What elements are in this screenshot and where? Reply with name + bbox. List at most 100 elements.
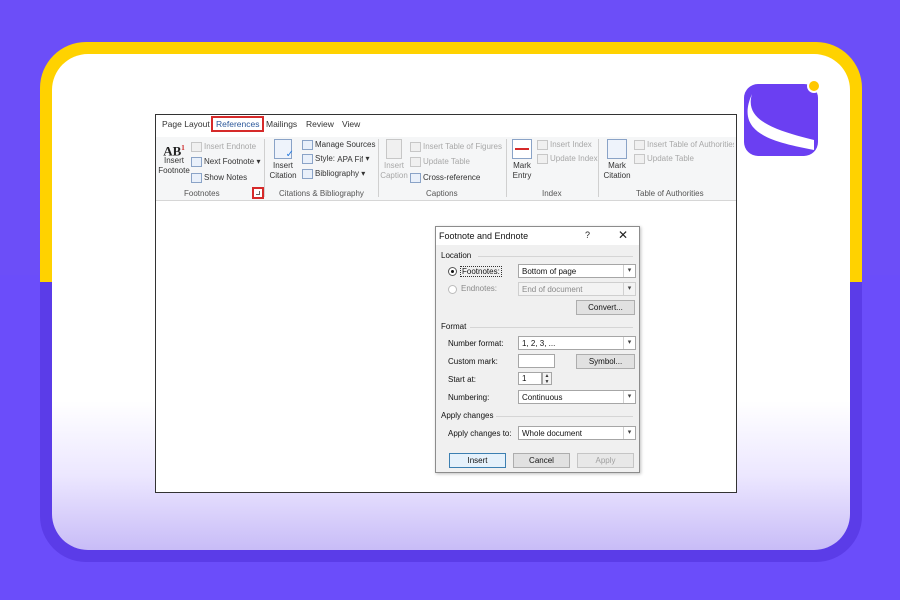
tab-review[interactable]: Review — [306, 119, 334, 129]
update-table-button[interactable]: Update Table — [410, 157, 470, 167]
update-authorities-icon — [634, 154, 645, 164]
chevron-down-icon: ▾ — [623, 337, 635, 349]
ribbon-tabs: Page Layout References Mailings Review V… — [156, 115, 736, 137]
logo-dot — [807, 79, 821, 93]
insert-footnote-label: Insert Footnote — [158, 156, 190, 176]
tab-mailings[interactable]: Mailings — [266, 119, 297, 129]
citation-icon: ✓ — [274, 139, 294, 160]
number-format-label: Number format: — [448, 339, 504, 348]
ribbon: AB1 Insert Footnote Insert Endnote Next … — [156, 137, 736, 201]
footnotes-location-select[interactable]: Bottom of page ▾ — [518, 264, 636, 278]
captions-group-label: Captions — [426, 189, 458, 198]
mark-entry-icon — [512, 139, 532, 159]
insert-citation-button[interactable]: ✓ Insert Citation — [266, 139, 300, 181]
table-of-figures-icon — [410, 142, 421, 152]
insert-button[interactable]: Insert — [449, 453, 506, 468]
cancel-button[interactable]: Cancel — [513, 453, 570, 468]
insert-table-of-figures-button[interactable]: Insert Table of Figures — [410, 142, 502, 152]
update-table-icon — [410, 157, 421, 167]
symbol-button[interactable]: Symbol... — [576, 354, 635, 369]
custom-mark-label: Custom mark: — [448, 357, 498, 366]
section-divider — [470, 327, 633, 328]
insert-endnote-button[interactable]: Insert Endnote — [191, 142, 256, 152]
start-at-label: Start at: — [448, 375, 477, 384]
cross-reference-icon — [410, 173, 421, 183]
group-separator — [598, 139, 599, 197]
group-separator — [264, 139, 265, 197]
bibliography-button[interactable]: Bibliography ▾ — [302, 169, 365, 179]
table-of-authorities-icon — [634, 140, 645, 150]
next-footnote-button[interactable]: Next Footnote ▾ — [191, 157, 261, 167]
section-divider — [478, 256, 633, 257]
update-index-icon — [537, 154, 548, 164]
manage-sources-icon — [302, 140, 313, 150]
close-icon[interactable]: ✕ — [618, 228, 628, 242]
location-section-label: Location — [441, 251, 472, 260]
insert-citation-label: Insert Citation — [269, 161, 297, 180]
format-section-label: Format — [441, 322, 467, 331]
mark-entry-button[interactable]: Mark Entry — [508, 139, 536, 181]
insert-index-icon — [537, 140, 548, 150]
update-index-button[interactable]: Update Index — [537, 154, 598, 164]
tab-view[interactable]: View — [342, 119, 360, 129]
custom-mark-input[interactable] — [518, 354, 555, 368]
authorities-group-label: Table of Authorities — [636, 189, 704, 198]
group-separator — [506, 139, 507, 197]
insert-caption-button[interactable]: Insert Caption — [380, 139, 408, 181]
update-authorities-table-button[interactable]: Update Table — [634, 154, 694, 164]
footnotes-radio[interactable] — [448, 267, 457, 276]
apply-changes-to-label: Apply changes to: — [448, 429, 512, 438]
footnotes-group-label: Footnotes — [184, 189, 220, 198]
brand-logo — [744, 84, 818, 156]
insert-footnote-button[interactable]: AB1 Insert Footnote — [158, 143, 190, 176]
next-footnote-icon — [191, 157, 202, 167]
start-at-input[interactable]: 1 — [518, 372, 542, 385]
word-screenshot: Page Layout References Mailings Review V… — [155, 114, 737, 493]
tab-references[interactable]: References — [211, 116, 265, 132]
start-at-stepper[interactable]: ▲ ▼ — [542, 372, 552, 385]
tab-page-layout[interactable]: Page Layout — [162, 119, 210, 129]
cross-reference-button[interactable]: Cross-reference — [410, 173, 480, 183]
mark-entry-label: Mark Entry — [512, 161, 532, 180]
bibliography-icon — [302, 169, 313, 179]
citations-group-label: Citations & Bibliography — [279, 189, 364, 198]
chevron-down-icon: ▾ — [623, 283, 635, 295]
endnotes-label: Endnotes: — [461, 284, 498, 293]
footnotes-label: Footnotes: — [460, 266, 502, 277]
mark-citation-label: Mark Citation — [603, 161, 631, 180]
apply-changes-to-select[interactable]: Whole document ▾ — [518, 426, 636, 440]
numbering-select[interactable]: Continuous ▾ — [518, 390, 636, 404]
index-group-label: Index — [542, 189, 562, 198]
endnote-icon — [191, 142, 202, 152]
manage-sources-button[interactable]: Manage Sources — [302, 140, 375, 150]
dialog-titlebar: Footnote and Endnote ? ✕ — [436, 227, 639, 245]
apply-button[interactable]: Apply — [577, 453, 634, 468]
endnotes-radio[interactable] — [448, 285, 457, 294]
show-notes-icon — [191, 173, 202, 183]
insert-index-button[interactable]: Insert Index — [537, 140, 592, 150]
apply-changes-section-label: Apply changes — [441, 411, 494, 420]
logo-swoosh-icon — [747, 94, 814, 150]
chevron-down-icon: ▾ — [623, 391, 635, 403]
convert-button[interactable]: Convert... — [576, 300, 635, 315]
show-notes-button[interactable]: Show Notes — [191, 173, 247, 183]
style-icon — [302, 154, 313, 164]
group-separator — [378, 139, 379, 197]
chevron-down-icon: ▾ — [623, 427, 635, 439]
chevron-down-icon: ▾ — [623, 265, 635, 277]
caption-icon — [386, 139, 402, 159]
number-format-select[interactable]: 1, 2, 3, ... ▾ — [518, 336, 636, 350]
section-divider — [496, 416, 633, 417]
style-dropdown[interactable]: Style: APA Fifth ▾ — [302, 154, 370, 164]
mark-citation-button[interactable]: Mark Citation — [600, 139, 634, 181]
mark-citation-icon — [607, 139, 627, 159]
footnote-icon: AB1 — [163, 143, 185, 159]
insert-table-of-authorities-button[interactable]: Insert Table of Authorities — [634, 140, 734, 150]
help-icon[interactable]: ? — [585, 230, 590, 240]
dialog-title: Footnote and Endnote — [439, 231, 529, 241]
insert-caption-label: Insert Caption — [380, 161, 408, 180]
footnotes-dialog-launcher-icon[interactable] — [252, 187, 264, 199]
numbering-label: Numbering: — [448, 393, 490, 402]
footnote-endnote-dialog: Footnote and Endnote ? ✕ Location Footno… — [435, 226, 640, 473]
endnotes-location-select[interactable]: End of document ▾ — [518, 282, 636, 296]
